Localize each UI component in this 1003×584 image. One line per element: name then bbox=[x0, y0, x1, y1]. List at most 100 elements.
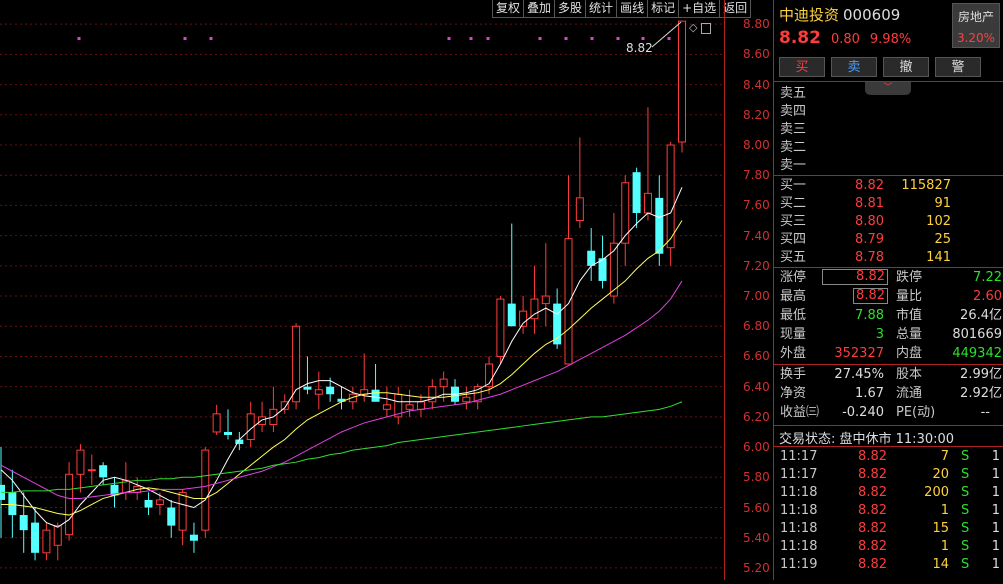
restore-rights-button[interactable]: 复权 bbox=[492, 0, 525, 18]
marker-dot bbox=[667, 37, 671, 40]
tick-volume: 15 bbox=[932, 521, 949, 536]
sector-change: 3.20% bbox=[956, 31, 996, 45]
price-row: 8.82 0.80 9.98% bbox=[779, 28, 911, 48]
total-volume-value: 801669 bbox=[952, 327, 1002, 342]
tick-row: 11:18 8.82 15 S 1 bbox=[774, 520, 1003, 537]
price-tick-label: 6.80 bbox=[743, 319, 770, 334]
candle-body bbox=[643, 192, 652, 214]
price-tick-label: 5.20 bbox=[743, 560, 770, 575]
alert-button[interactable]: 警 bbox=[935, 57, 981, 77]
bid-label: 买一 bbox=[780, 178, 807, 193]
candle-body bbox=[587, 250, 596, 266]
candle-body bbox=[8, 492, 17, 516]
stock-code: 000609 bbox=[843, 6, 901, 24]
bid-row: 买一 8.82 115827 bbox=[774, 177, 1003, 194]
ask-row-1: 卖一 bbox=[774, 157, 1003, 174]
tick-price: 8.82 bbox=[858, 539, 887, 554]
low-label: 最低 bbox=[780, 308, 807, 323]
chart-controls: ◇ bbox=[689, 22, 712, 34]
divider bbox=[774, 446, 1003, 447]
tick-count: 1 bbox=[991, 521, 1000, 536]
candle-body bbox=[65, 473, 74, 536]
candle-body bbox=[564, 238, 573, 365]
tick-count: 1 bbox=[991, 539, 1000, 554]
candle-body bbox=[632, 172, 641, 213]
turnover-label: 换手 bbox=[780, 367, 807, 382]
tick-price: 8.82 bbox=[858, 521, 887, 536]
trade-status: 交易状态: 盘中休市 11:30:00 bbox=[779, 432, 955, 447]
ask-row-2: 卖二 bbox=[774, 139, 1003, 156]
inner-volume-label: 内盘 bbox=[896, 346, 923, 361]
tick-side: S bbox=[961, 539, 970, 554]
high-value: 8.82 bbox=[853, 288, 888, 304]
panel-toggle-icon[interactable] bbox=[701, 22, 712, 34]
overlay-button[interactable]: 叠加 bbox=[523, 0, 556, 18]
candle-body bbox=[439, 378, 448, 388]
marker-dot bbox=[209, 37, 213, 40]
marker-dot bbox=[616, 37, 620, 40]
tick-time: 11:18 bbox=[780, 521, 818, 536]
statistics-button[interactable]: 统计 bbox=[585, 0, 618, 18]
price-tick-label: 5.60 bbox=[743, 500, 770, 515]
candle-body bbox=[326, 386, 335, 395]
bid-row: 买四 8.79 25 bbox=[774, 231, 1003, 248]
candle-body bbox=[224, 431, 232, 435]
bid-volume: 91 bbox=[934, 196, 951, 211]
price-tick-label: 5.80 bbox=[743, 470, 770, 485]
bid-volume: 115827 bbox=[901, 178, 951, 193]
limit-up-label: 涨停 bbox=[780, 270, 807, 285]
current-volume-value: 3 bbox=[875, 327, 884, 342]
bid-price: 8.82 bbox=[855, 178, 884, 193]
draw-line-button[interactable]: 画线 bbox=[616, 0, 649, 18]
price-tick-label: 7.40 bbox=[743, 228, 770, 243]
candle-body bbox=[167, 507, 176, 526]
kline-svg[interactable]: 8.82 bbox=[0, 0, 724, 580]
marker-dot bbox=[77, 37, 81, 40]
candle-body bbox=[655, 197, 664, 254]
marker-dot bbox=[486, 37, 490, 40]
buy-button[interactable]: 买 bbox=[779, 57, 825, 77]
tick-count: 1 bbox=[991, 485, 1000, 500]
limit-down-label: 跌停 bbox=[896, 270, 923, 285]
ask-label: 卖三 bbox=[780, 122, 807, 137]
price-tick-label: 8.80 bbox=[743, 17, 770, 32]
mark-button[interactable]: 标记 bbox=[647, 0, 680, 18]
add-watchlist-button[interactable]: +自选 bbox=[678, 0, 721, 18]
high-label: 最高 bbox=[780, 289, 807, 304]
bid-price: 8.79 bbox=[855, 232, 884, 247]
tick-price: 8.82 bbox=[858, 485, 887, 500]
cancel-order-button[interactable]: 撤 bbox=[883, 57, 929, 77]
tick-time: 11:19 bbox=[780, 557, 818, 572]
multi-stock-button[interactable]: 多股 bbox=[554, 0, 587, 18]
tick-row: 11:19 8.82 14 S 1 bbox=[774, 556, 1003, 573]
outer-volume-value: 352327 bbox=[834, 346, 884, 361]
tick-volume: 7 bbox=[940, 449, 949, 464]
tick-side: S bbox=[961, 467, 970, 482]
market-cap-label: 市值 bbox=[896, 308, 923, 323]
ask-label: 卖一 bbox=[780, 158, 807, 173]
sector-badge[interactable]: 房地产 3.20% bbox=[952, 3, 1000, 48]
bid-row: 买五 8.78 141 bbox=[774, 249, 1003, 266]
diamond-icon[interactable]: ◇ bbox=[689, 22, 697, 34]
candle-body bbox=[416, 401, 425, 410]
bid-volume: 25 bbox=[934, 232, 951, 247]
sell-button[interactable]: 卖 bbox=[831, 57, 877, 77]
total-volume-label: 总量 bbox=[896, 327, 923, 342]
float-shares-label: 流通 bbox=[896, 386, 923, 401]
candle-body bbox=[53, 525, 62, 546]
bid-label: 买二 bbox=[780, 196, 807, 211]
float-shares-value: 2.92亿 bbox=[960, 386, 1002, 401]
kline-chart[interactable]: 8.82 bbox=[0, 0, 724, 580]
tick-volume: 14 bbox=[932, 557, 949, 572]
ask-label: 卖四 bbox=[780, 104, 807, 119]
price-tick-label: 8.60 bbox=[743, 47, 770, 62]
candle-body bbox=[314, 389, 323, 395]
bid-row: 买二 8.81 91 bbox=[774, 195, 1003, 212]
last-price-label: 8.82 bbox=[626, 41, 653, 55]
candle-body bbox=[678, 20, 686, 143]
tick-price: 8.82 bbox=[858, 449, 887, 464]
stock-title: 中迪投资 000609 bbox=[779, 4, 900, 25]
candle-body bbox=[258, 416, 267, 425]
divider bbox=[774, 364, 1003, 365]
candle-body bbox=[42, 529, 51, 554]
